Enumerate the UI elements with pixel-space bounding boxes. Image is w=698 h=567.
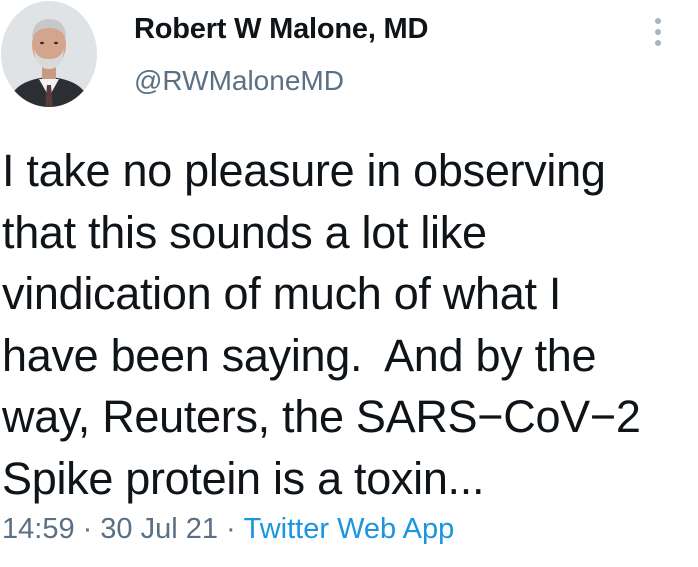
author-handle[interactable]: @RWMaloneMD bbox=[134, 65, 344, 97]
tweet-card: Robert W Malone, MD @RWMaloneMD I take n… bbox=[0, 0, 698, 567]
tweet-text: I take no pleasure in observing that thi… bbox=[2, 145, 641, 504]
avatar[interactable] bbox=[1, 1, 97, 107]
tweet-time[interactable]: 14:59 bbox=[2, 513, 75, 545]
tweet-source-link[interactable]: Twitter Web App bbox=[244, 513, 455, 545]
tweet-date[interactable]: 30 Jul 21 bbox=[100, 513, 218, 545]
tweet-metadata: 14:59 · 30 Jul 21 · Twitter Web App bbox=[2, 513, 454, 546]
meta-separator: · bbox=[225, 513, 236, 545]
more-vertical-icon[interactable] bbox=[646, 16, 670, 48]
author-display-name[interactable]: Robert W Malone, MD bbox=[134, 13, 428, 46]
meta-separator: · bbox=[82, 513, 93, 545]
profile-photo-icon bbox=[1, 1, 97, 107]
